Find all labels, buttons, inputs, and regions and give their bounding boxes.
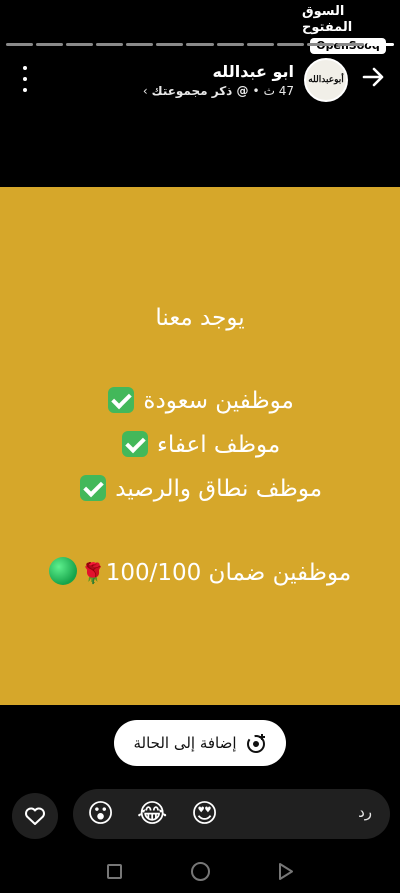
- check-mark-icon: [79, 475, 106, 501]
- status-meta: 47 ث • @ ذكر مجموعتك ›: [143, 84, 294, 98]
- status-line-2: موظفين سعودة: [0, 387, 400, 414]
- more-options-icon[interactable]: [16, 66, 34, 92]
- progress-segment: [276, 43, 304, 46]
- heart-eyes-emoji-button[interactable]: 😍: [191, 799, 218, 829]
- watermark-arabic: السوق المفتوح: [302, 4, 353, 35]
- system-navigation-bar: [0, 850, 400, 893]
- like-heart-button[interactable]: [12, 793, 58, 839]
- progress-segment: [366, 43, 394, 46]
- back-arrow-icon[interactable]: [360, 64, 386, 90]
- contact-name[interactable]: ابو عبدالله: [212, 62, 294, 81]
- avatar-calligraphy: أبوعبدالله: [308, 75, 344, 85]
- progress-segment: [156, 43, 184, 46]
- progress-segment: [336, 43, 364, 46]
- mention-group-link[interactable]: @ ذكر مجموعتك: [152, 84, 249, 98]
- progress-segment: [126, 43, 154, 46]
- progress-segment: [96, 43, 124, 46]
- progress-segment: [306, 43, 334, 46]
- check-mark-icon: [121, 431, 148, 457]
- reply-input[interactable]: رد: [358, 803, 372, 821]
- status-text-card: يوجد معنا موظفين سعودة موظف اعفاء موظف ن…: [0, 187, 400, 705]
- progress-segment: [246, 43, 274, 46]
- status-add-icon: [246, 734, 265, 753]
- opensooq-watermark: السوق المفتوح OpenSooq: [302, 4, 394, 54]
- status-line-1: يوجد معنا: [155, 305, 245, 331]
- chevron-icon: ›: [142, 84, 148, 98]
- meta-separator: •: [252, 84, 260, 98]
- progress-segment: [186, 43, 214, 46]
- check-mark-icon: [108, 387, 135, 413]
- progress-segment: [36, 43, 64, 46]
- surprised-emoji-button[interactable]: 😮: [87, 799, 114, 829]
- laughing-emoji-button[interactable]: 😂: [137, 799, 167, 829]
- status-line-4: موظف نطاق والرصيد: [0, 475, 400, 502]
- add-to-status-label: إضافة إلى الحالة: [133, 734, 237, 752]
- rose-icon: 🌹: [80, 561, 106, 585]
- green-circle-icon: [48, 557, 77, 585]
- progress-segment: [66, 43, 94, 46]
- status-line-3: موظف اعفاء: [0, 431, 400, 458]
- status-time: 47 ث: [263, 84, 294, 98]
- back-triangle-icon[interactable]: [278, 862, 294, 881]
- avatar[interactable]: أبوعبدالله: [304, 58, 348, 102]
- recent-apps-icon[interactable]: [107, 864, 122, 879]
- progress-segment: [5, 43, 34, 46]
- add-to-status-button[interactable]: إضافة إلى الحالة: [114, 720, 286, 766]
- progress-segment: [216, 43, 244, 46]
- home-icon[interactable]: [191, 862, 210, 881]
- reply-bar[interactable]: 😮 😂 😍 رد: [73, 789, 390, 839]
- status-header: أبوعبدالله ابو عبدالله 47 ث • @ ذكر مجمو…: [0, 52, 400, 108]
- status-progress-bar: [5, 43, 394, 46]
- status-line-5: موظفين ضمان 100/100🌹: [0, 557, 400, 586]
- heart-icon: [25, 807, 45, 825]
